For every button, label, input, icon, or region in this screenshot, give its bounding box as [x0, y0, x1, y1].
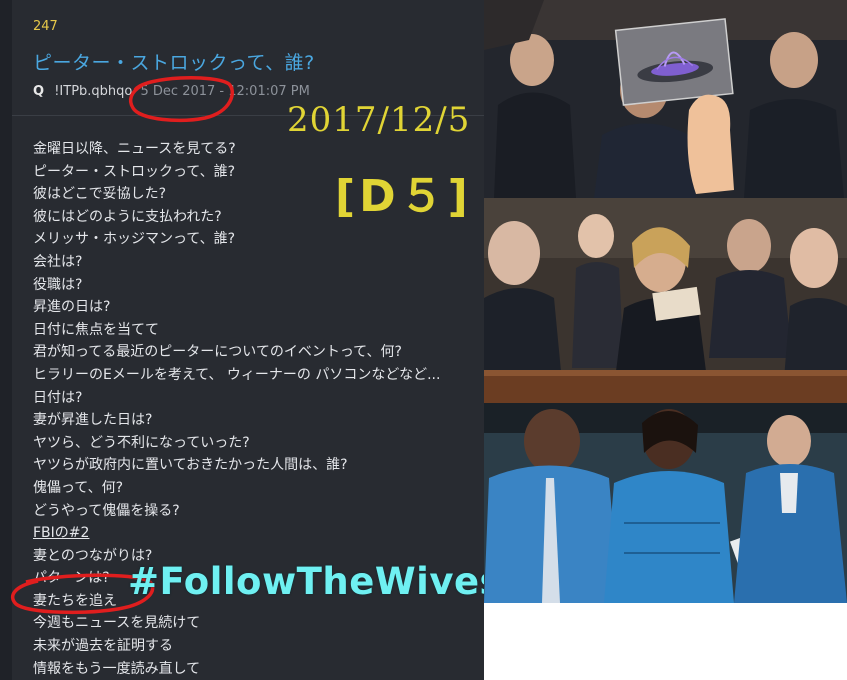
- funeral-photo-blue-row: [484, 403, 847, 603]
- post-line: 会社は?: [33, 253, 83, 270]
- post-line: ヤツらが政府内に置いておきたかった人間は、誰?: [33, 457, 348, 474]
- post-line: 役職は?: [33, 276, 83, 293]
- post-line: メリッサ・ホッジマンって、誰?: [33, 231, 236, 248]
- post-meta: Q !ITPb.qbhqo 5 Dec 2017 - 12:01:07 PM: [33, 84, 310, 99]
- post-line: 情報をもう一度読み直して: [33, 660, 201, 677]
- post-line: 金曜日以降、ニュースを見てる?: [33, 141, 236, 157]
- post-line: 未来が過去を証明する: [33, 638, 173, 655]
- post-line: 昇進の日は?: [33, 299, 111, 316]
- post-line: 日付は?: [33, 389, 83, 406]
- post-number[interactable]: 247: [33, 19, 58, 34]
- post-line: 日付に焦点を当てて: [33, 321, 159, 338]
- post-timestamp: 5 Dec 2017 - 12:01:07 PM: [140, 84, 310, 99]
- post-line-fbi: FBIの#2: [33, 522, 440, 545]
- funeral-photo-card-reading: [484, 198, 847, 403]
- overlay-hashtag: #FollowTheWives: [128, 560, 484, 603]
- post-line: 妻が昇進した日は?: [33, 412, 153, 429]
- post-tripcode: !ITPb.qbhqo: [54, 84, 133, 99]
- post-line: 傀儡って、何?: [33, 479, 124, 496]
- post-title: ピーター・ストロックって、誰?: [33, 52, 315, 74]
- funeral-photo-with-card-inset: [484, 0, 847, 198]
- overlay-drop: [D５]: [335, 171, 472, 222]
- blank-area: [484, 603, 847, 680]
- post-author: Q: [33, 84, 45, 99]
- overlay-date: 2017/12/5: [287, 100, 471, 140]
- post-line: 今週もニュースを見続けて: [33, 615, 201, 632]
- photo-3-illustration: [484, 403, 847, 603]
- photo-2-illustration: [484, 198, 847, 403]
- post-line: どうやって傀儡を操る?: [33, 502, 180, 519]
- post-line: FBIの#2: [33, 525, 90, 542]
- photo-1-illustration: [484, 0, 847, 198]
- post-line: ヒラリーのEメールを考えて、 ウィーナーの パソコンなどなど...: [33, 366, 441, 383]
- q-post-panel: 247 ピーター・ストロックって、誰? Q !ITPb.qbhqo 5 Dec …: [0, 0, 484, 680]
- post-line: 君が知ってる最近のピーターについてのイベントって、何?: [33, 344, 402, 361]
- post-line: ヤツら、どう不利になっていった?: [33, 434, 250, 451]
